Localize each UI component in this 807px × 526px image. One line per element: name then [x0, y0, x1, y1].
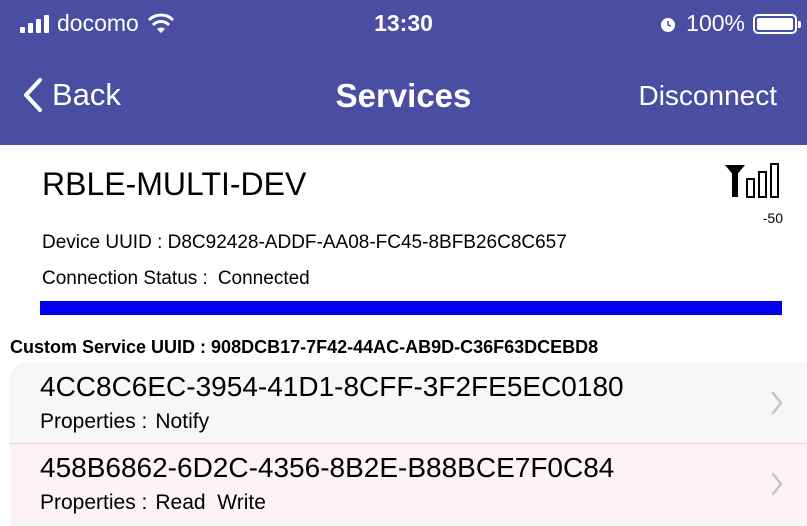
- connection-status-label: Connection Status :: [42, 268, 208, 289]
- status-bar: docomo 13:30 100%: [0, 0, 807, 50]
- characteristic-row[interactable]: 4CC8C6EC-3954-41D1-8CFF-3F2FE5EC0180 Pro…: [10, 363, 807, 443]
- device-name: RBLE-MULTI-DEV: [42, 166, 307, 202]
- battery-percent: 100%: [686, 10, 745, 36]
- chevron-right-icon: [771, 391, 783, 415]
- characteristic-properties: Properties : Notify: [40, 410, 209, 434]
- characteristic-row[interactable]: 458B6862-6D2C-4356-8B2E-B88BCE7F0C84 Pro…: [10, 443, 807, 523]
- device-uuid: Device UUID : D8C92428-ADDF-AA08-FC45-8B…: [42, 232, 567, 253]
- properties-label: Properties :: [40, 491, 148, 514]
- disconnect-button[interactable]: Disconnect: [638, 80, 777, 112]
- characteristic-properties: Properties : Read Write: [40, 491, 266, 515]
- alarm-icon: [661, 17, 676, 32]
- properties-value: Notify: [155, 410, 210, 433]
- connection-status-value: Connected: [217, 268, 310, 289]
- navigation-bar: Back Services Disconnect: [0, 50, 807, 145]
- properties-value: Read Write: [155, 491, 266, 514]
- rssi-value: -50: [762, 210, 783, 226]
- progress-fill: [40, 301, 782, 315]
- characteristic-uuid: 4CC8C6EC-3954-41D1-8CFF-3F2FE5EC0180: [40, 371, 624, 402]
- service-header: Custom Service UUID : 908DCB17-7F42-44AC…: [10, 337, 599, 357]
- properties-label: Properties :: [40, 410, 148, 433]
- status-right: 100%: [658, 10, 801, 37]
- characteristics-list: 4CC8C6EC-3954-41D1-8CFF-3F2FE5EC0180 Pro…: [10, 363, 807, 526]
- characteristic-uuid: 458B6862-6D2C-4356-8B2E-B88BCE7F0C84: [40, 452, 615, 483]
- connection-status: Connection Status : Connected: [42, 268, 310, 290]
- chevron-right-icon: [771, 472, 783, 496]
- battery-icon: [753, 13, 801, 34]
- connection-progress-bar: [40, 301, 782, 315]
